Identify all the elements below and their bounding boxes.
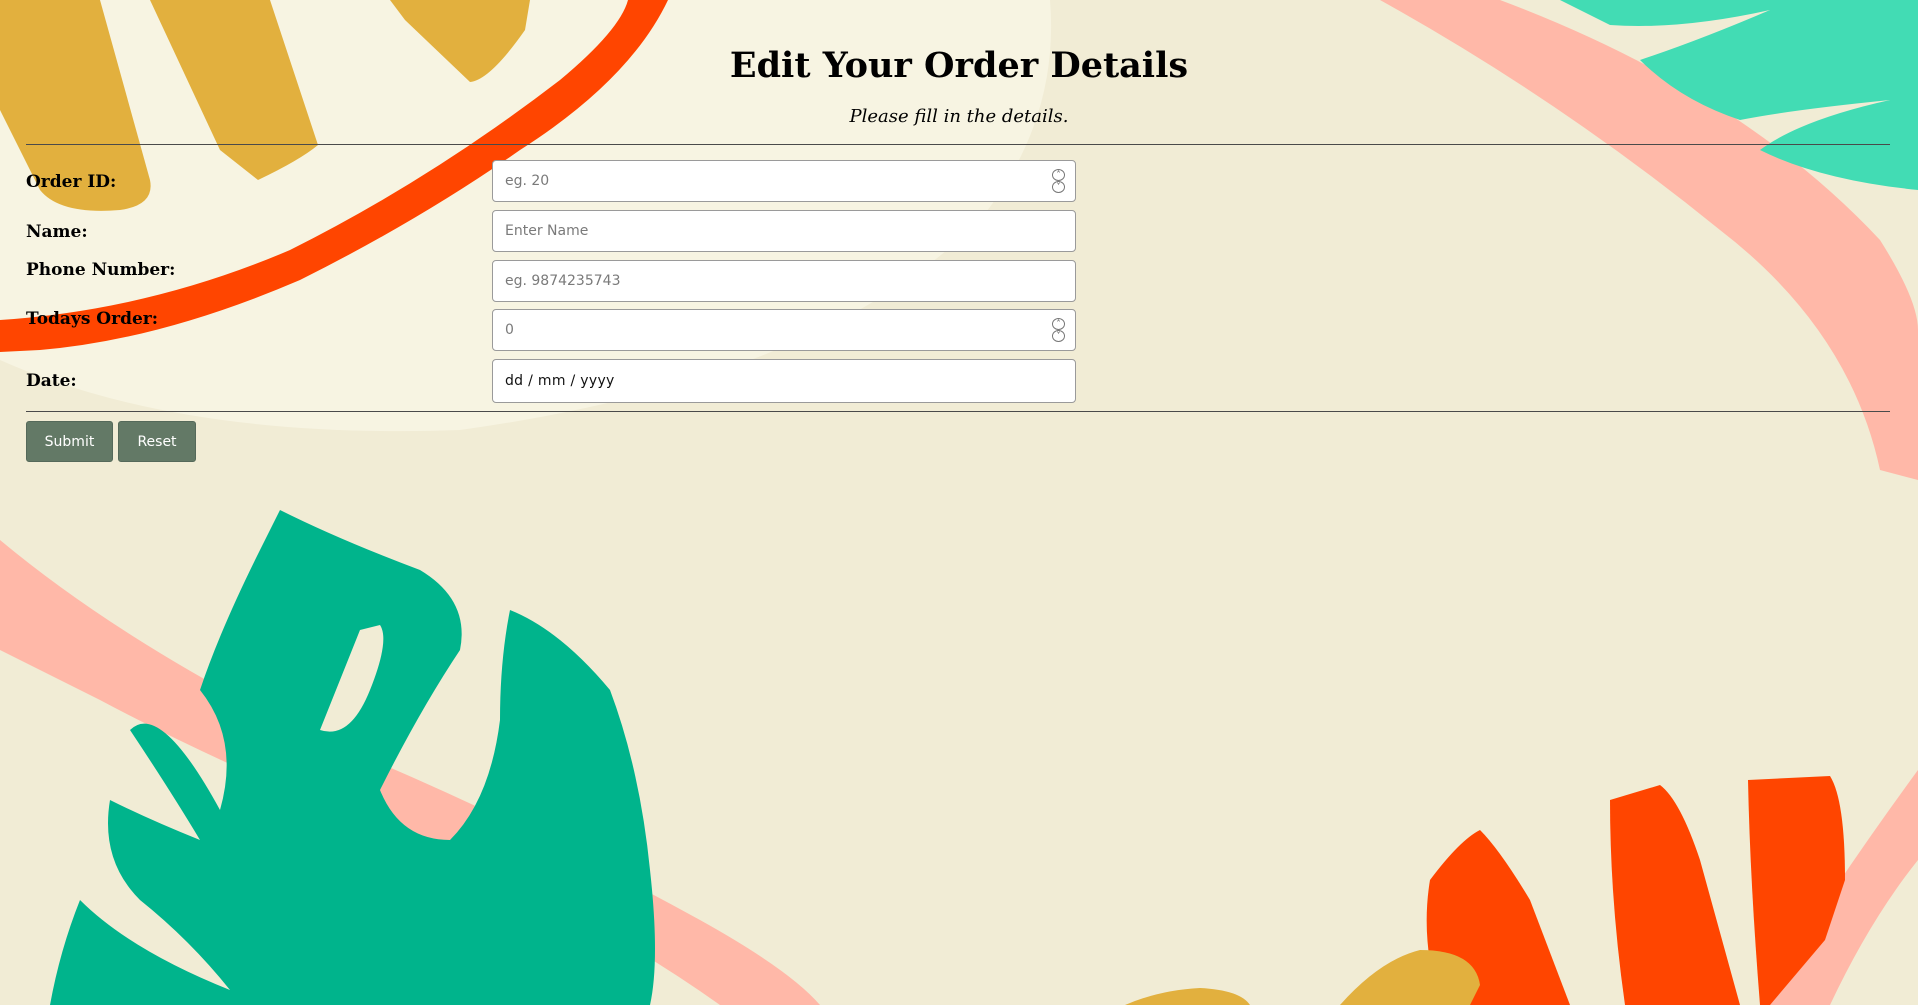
todays-order-label: Todays Order: <box>26 309 159 329</box>
todays-order-input[interactable]: 0 ˄ ˅ <box>492 309 1076 351</box>
submit-button[interactable]: Submit <box>26 421 113 462</box>
background-decoration <box>0 0 1918 1005</box>
reset-button[interactable]: Reset <box>118 421 196 462</box>
todays-order-placeholder: 0 <box>505 322 514 338</box>
date-value: dd / mm / yyyy <box>505 373 615 389</box>
chevron-up-icon[interactable]: ˄ <box>1052 169 1065 181</box>
date-label: Date: <box>26 371 77 391</box>
page-subtitle: Please fill in the details. <box>849 106 1069 127</box>
mustard-shape-bottom-1 <box>1340 950 1480 1005</box>
order-id-placeholder: eg. 20 <box>505 173 550 189</box>
name-placeholder: Enter Name <box>505 223 589 239</box>
name-label: Name: <box>26 222 88 242</box>
order-id-spinner[interactable]: ˄ ˅ <box>1052 169 1065 193</box>
phone-number-placeholder: eg. 9874235743 <box>505 273 621 289</box>
orange-stroke-2 <box>1610 785 1740 1005</box>
date-input[interactable]: dd / mm / yyyy <box>492 359 1076 403</box>
top-divider <box>26 144 1890 145</box>
phone-number-input[interactable]: eg. 9874235743 <box>492 260 1076 302</box>
order-id-label: Order ID: <box>26 172 117 192</box>
chevron-down-icon[interactable]: ˅ <box>1052 181 1065 193</box>
page-title: Edit Your Order Details <box>729 45 1189 86</box>
order-id-input[interactable]: eg. 20 ˄ ˅ <box>492 160 1076 202</box>
name-input[interactable]: Enter Name <box>492 210 1076 252</box>
bottom-divider <box>26 411 1890 412</box>
chevron-up-icon[interactable]: ˄ <box>1052 318 1065 330</box>
phone-number-label: Phone Number: <box>26 260 176 280</box>
green-monstera-leaf <box>50 510 655 1005</box>
mustard-shape-bottom-2 <box>1125 988 1250 1005</box>
chevron-down-icon[interactable]: ˅ <box>1052 330 1065 342</box>
todays-order-spinner[interactable]: ˄ ˅ <box>1052 318 1065 342</box>
